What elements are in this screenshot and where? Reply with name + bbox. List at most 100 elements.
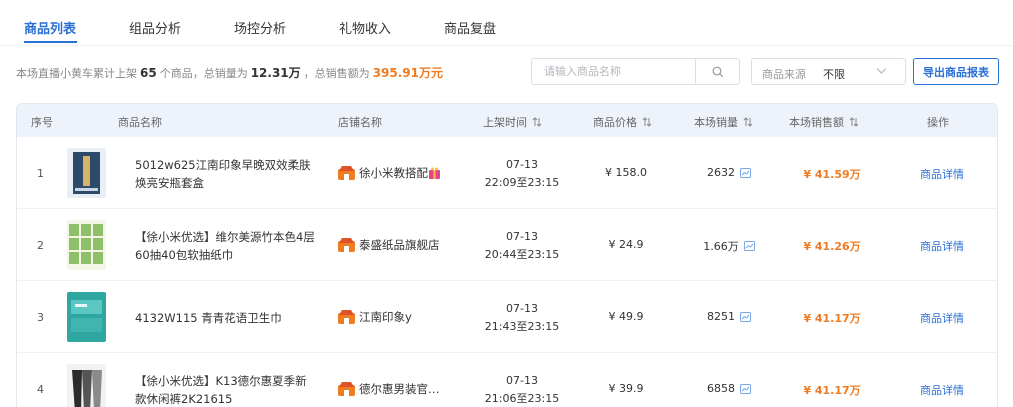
table-row: 3 4132W115 青青花语卫生巾 江南印象y 07-13 21:43至23:1… <box>17 281 997 353</box>
column-header-shop-name: 店铺名称 <box>338 114 382 130</box>
shop-logo-icon <box>338 166 355 180</box>
sales-amount: ¥ 41.26万 <box>803 240 861 253</box>
column-header-price[interactable]: 商品价格 <box>593 114 652 130</box>
sort-icon <box>532 117 542 127</box>
product-thumbnail[interactable] <box>67 364 106 407</box>
product-price: ¥ 49.9 <box>608 310 644 323</box>
product-price: ¥ 158.0 <box>605 166 647 179</box>
chart-icon[interactable] <box>740 311 751 322</box>
product-thumbnail[interactable] <box>67 148 106 198</box>
column-header-sales-amount[interactable]: 本场销售额 <box>789 114 859 130</box>
tab-product-list[interactable]: 商品列表 <box>24 18 76 37</box>
summary-prefix: 本场直播小黄车累计上架 <box>16 67 137 80</box>
product-name-line: 4132W115 青青花语卫生巾 <box>135 311 282 325</box>
chevron-down-icon <box>876 68 887 74</box>
product-detail-link[interactable]: 商品详情 <box>912 166 972 182</box>
product-price: ¥ 24.9 <box>608 238 644 251</box>
export-report-button[interactable]: 导出商品报表 <box>913 58 999 85</box>
product-source-select[interactable]: 商品来源 不限 <box>751 58 906 85</box>
row-index: 2 <box>37 239 44 252</box>
tab-bar: 商品列表 组品分析 场控分析 礼物收入 商品复盘 <box>0 0 1013 46</box>
sort-icon <box>849 117 859 127</box>
product-table: 序号 商品名称 店铺名称 上架时间 商品价格 本场销量 本场销售额 操作 1 5… <box>16 103 998 407</box>
product-detail-link[interactable]: 商品详情 <box>912 382 972 398</box>
source-select-value: 不限 <box>823 68 845 81</box>
column-header-index: 序号 <box>31 114 53 130</box>
tab-bundle-analysis[interactable]: 组品分析 <box>129 18 181 37</box>
shop-name: 德尔惠男装官… <box>338 381 440 397</box>
table-row: 1 5012w625江南印象早晚双效柔肤 焕亮安瓶套盒 徐小米教搭配 07-13 2… <box>17 137 997 209</box>
row-index: 4 <box>37 383 44 396</box>
shop-logo-icon <box>338 310 355 324</box>
search-input[interactable] <box>532 59 695 84</box>
summary-mid1: 个商品，总销量为 <box>159 67 248 80</box>
summary-total-amount: 395.91万元 <box>372 66 443 80</box>
shelf-date: 07-13 <box>506 374 538 387</box>
column-header-label: 商品名称 <box>118 116 162 129</box>
tab-room-control-analysis[interactable]: 场控分析 <box>234 18 286 37</box>
sort-icon <box>743 117 753 127</box>
search-button[interactable] <box>696 59 740 84</box>
shop-logo-icon <box>338 238 355 252</box>
shelf-time-range: 21:06至23:15 <box>484 392 560 405</box>
product-name-line: 款休闲裤2K21615 <box>135 392 233 406</box>
search-box <box>531 58 740 85</box>
product-thumbnail[interactable] <box>67 220 106 270</box>
product-sales: 1.66万 <box>689 238 769 254</box>
sales-amount: ¥ 41.17万 <box>803 312 861 325</box>
column-header-label: 本场销量 <box>694 116 738 129</box>
table-row: 2 【徐小米优选】维尔美源竹本色4层 60抽40包软抽纸巾 泰盛纸品旗舰店 07-… <box>17 209 997 281</box>
column-header-label: 商品价格 <box>593 116 637 129</box>
product-sales: 8251 <box>689 310 769 323</box>
product-thumbnail[interactable] <box>67 292 106 342</box>
tab-divider <box>0 45 1013 46</box>
column-header-label: 店铺名称 <box>338 116 382 129</box>
column-header-sales[interactable]: 本场销量 <box>694 114 753 130</box>
shop-name-text: 徐小米教搭配 <box>359 166 428 180</box>
chart-icon[interactable] <box>740 167 751 178</box>
summary-product-count: 65 <box>140 66 157 80</box>
shop-name: 徐小米教搭配 <box>338 165 440 181</box>
shop-name-text: 泰盛纸品旗舰店 <box>359 238 440 252</box>
shop-logo-icon <box>338 382 355 396</box>
table-header: 序号 商品名称 店铺名称 上架时间 商品价格 本场销量 本场销售额 操作 <box>17 104 997 137</box>
summary-mid2: ，总销售额为 <box>303 67 370 80</box>
shelf-time-range: 21:43至23:15 <box>484 320 560 333</box>
column-header-label: 上架时间 <box>483 116 527 129</box>
product-name[interactable]: 4132W115 青青花语卫生巾 <box>135 309 335 327</box>
product-name[interactable]: 5012w625江南印象早晚双效柔肤 焕亮安瓶套盒 <box>135 156 335 192</box>
shelf-date: 07-13 <box>506 302 538 315</box>
shelf-date: 07-13 <box>506 158 538 171</box>
product-name-line: 60抽40包软抽纸巾 <box>135 248 234 262</box>
sales-value: 8251 <box>707 310 735 323</box>
column-header-label: 操作 <box>927 116 949 129</box>
chart-icon[interactable] <box>743 241 755 251</box>
product-detail-link[interactable]: 商品详情 <box>912 310 972 326</box>
shop-name: 泰盛纸品旗舰店 <box>338 237 440 253</box>
column-header-shelf-time[interactable]: 上架时间 <box>483 114 542 130</box>
tab-product-review[interactable]: 商品复盘 <box>444 18 496 37</box>
product-name[interactable]: 【徐小米优选】K13德尔惠夏季新 款休闲裤2K21615 <box>135 372 335 407</box>
product-name[interactable]: 【徐小米优选】维尔美源竹本色4层 60抽40包软抽纸巾 <box>135 228 335 264</box>
sales-value: 2632 <box>707 166 735 179</box>
summary-total-sales: 12.31万 <box>250 66 301 80</box>
tab-gift-income[interactable]: 礼物收入 <box>339 18 391 37</box>
source-select-label: 商品来源 <box>762 68 806 81</box>
product-name-line: 【徐小米优选】K13德尔惠夏季新 <box>135 374 307 388</box>
chart-icon[interactable] <box>740 383 751 394</box>
sort-icon <box>642 117 652 127</box>
column-header-label: 本场销售额 <box>789 116 844 129</box>
table-row: 4 【徐小米优选】K13德尔惠夏季新 款休闲裤2K21615 德尔惠男装官… 07… <box>17 353 997 407</box>
shop-name-text: 江南印象y <box>359 310 412 324</box>
product-sales: 6858 <box>689 382 769 395</box>
shelf-time: 07-13 21:43至23:15 <box>477 300 567 336</box>
sales-value: 1.66万 <box>703 240 739 253</box>
row-index: 3 <box>37 311 44 324</box>
shelf-time: 07-13 22:09至23:15 <box>477 156 567 192</box>
gift-badge-icon <box>429 167 440 179</box>
product-detail-link[interactable]: 商品详情 <box>912 238 972 254</box>
row-index: 1 <box>37 167 44 180</box>
product-name-line: 【徐小米优选】维尔美源竹本色4层 <box>135 230 315 244</box>
summary-text: 本场直播小黄车累计上架 65 个商品，总销量为 12.31万 ，总销售额为 395.91万… <box>16 64 446 81</box>
shop-name: 江南印象y <box>338 309 412 325</box>
